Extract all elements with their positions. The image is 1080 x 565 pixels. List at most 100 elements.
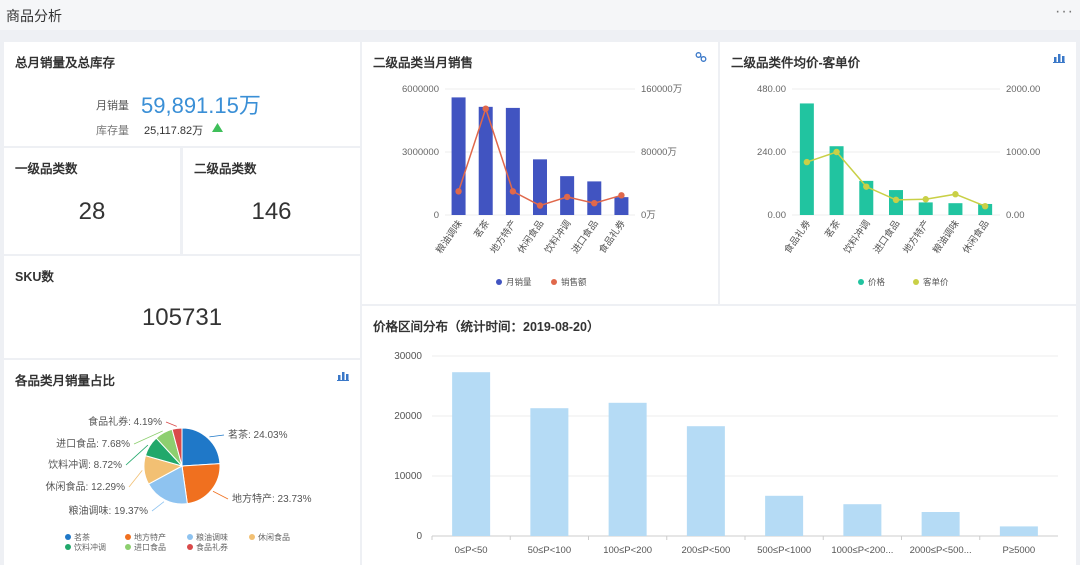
bar	[452, 372, 491, 536]
x-tick-label: 休闲食品	[960, 218, 992, 256]
legend-marker	[65, 534, 71, 540]
x-tick-label: 50≤P<100	[528, 545, 572, 556]
pie-slice	[181, 463, 221, 505]
kpi-value: 146	[251, 198, 292, 225]
legend-marker	[125, 544, 131, 550]
pie-chart: 茗茶: 24.03% 地方特产: 23.73% 粮油调味: 19.37% 休闲食品: …	[46, 415, 312, 552]
x-tick-label: 食品礼券	[782, 217, 814, 255]
kpi-value: 105731	[141, 304, 223, 331]
bar	[843, 504, 882, 536]
legend-label: 休闲食品	[258, 532, 290, 542]
line-point	[509, 188, 517, 195]
bar	[918, 202, 933, 215]
y-tick-right: 80000万	[641, 147, 677, 158]
y-tick-right: 0.00	[1006, 210, 1025, 221]
y-tick: 10000	[394, 471, 422, 482]
y-tick: 30000	[394, 351, 422, 362]
sales-combo-chart: 0 0万 3000000 80000万 6000000 160000万粮油调味 茗茶地方特产…	[402, 84, 682, 287]
x-tick-label: 粮油调味	[433, 217, 465, 255]
legend-marker	[496, 279, 502, 285]
line-point	[892, 196, 900, 204]
bar	[530, 408, 569, 536]
x-tick-label: 地方特产	[901, 218, 933, 256]
y-tick-right: 2000.00	[1006, 84, 1040, 95]
y-tick: 20000	[394, 411, 422, 422]
legend-marker	[858, 279, 864, 285]
x-tick-label: P≥5000	[1003, 545, 1036, 556]
kpi-value: 28	[78, 198, 106, 225]
avg-price-combo-chart: 0.00 0.00 240.00 1000.00 480.00 2000.00 食品礼券 茗茶…	[757, 84, 1040, 287]
kpi-title: 二级品类数	[194, 162, 257, 176]
line-point	[803, 158, 811, 166]
summary-title: 总月销量及总库存	[15, 56, 116, 70]
page-title: 商品分析	[6, 8, 62, 24]
legend-label: 饮料冲调	[74, 542, 106, 552]
line-point	[981, 202, 989, 210]
legend-label: 销售额	[561, 277, 587, 287]
legend-marker	[65, 544, 71, 550]
x-tick-label: 500≤P<1000	[757, 545, 811, 556]
bar	[686, 426, 725, 536]
pie-card: 各品类月销量占比 茗茶: 24.03% 地方特产: 23.73% 粮油调味: 19.…	[4, 360, 360, 565]
y-tick-left: 0	[434, 210, 439, 221]
x-tick-label: 食品礼券	[596, 217, 628, 255]
pie-label: 粮油调味: 19.37%	[69, 504, 149, 517]
legend-label: 价格	[868, 277, 886, 287]
line-point	[455, 188, 462, 195]
stock-value: 25,117.82万	[144, 125, 204, 137]
x-tick-label: 茗茶	[822, 217, 843, 240]
pie-slice	[181, 427, 221, 467]
bar	[587, 181, 602, 215]
bar	[614, 197, 629, 215]
bar	[948, 203, 963, 215]
bar	[451, 97, 466, 215]
legend-label: 客单价	[923, 277, 949, 287]
kpi-title: SKU数	[15, 270, 54, 284]
x-tick-label: 茗茶	[471, 217, 492, 240]
line-point	[536, 202, 544, 209]
sales-bar-card: 二级品类当月销售 0 0万 3000000 80000万 6000000 160000万粮…	[362, 42, 718, 304]
line-point	[922, 196, 929, 203]
kpi-card-level1: 一级品类数 28	[4, 148, 180, 254]
more-options-icon[interactable]: ···	[1055, 3, 1074, 21]
bar	[829, 146, 844, 215]
x-tick-label: 100≤P<200	[603, 545, 652, 556]
x-tick-label: 0≤P<50	[455, 545, 488, 556]
y-tick-right: 0万	[641, 210, 656, 221]
legend-marker	[913, 279, 919, 285]
x-tick-label: 200≤P<500	[681, 545, 730, 556]
x-tick-label: 休闲食品	[515, 218, 547, 256]
x-tick-label: 1000≤P<200...	[831, 545, 893, 556]
legend-label: 食品礼券	[196, 542, 228, 552]
pie-label-line	[151, 501, 165, 512]
bar	[608, 402, 647, 536]
summary-card: 总月销量及总库存 月销量 59,891.15万 库存量 25,117.82万	[4, 42, 360, 146]
pie-label: 进口食品: 7.68%	[56, 437, 130, 450]
pie-label: 休闲食品: 12.29%	[46, 480, 126, 493]
page-header: 商品分析 ···	[0, 0, 1080, 30]
trend-up-icon	[212, 123, 223, 132]
line-point	[591, 199, 598, 207]
x-tick-label: 饮料冲调	[841, 218, 873, 256]
y-tick-right: 160000万	[641, 84, 682, 95]
pie-label-line	[209, 434, 225, 438]
line-point	[563, 193, 571, 201]
y-tick-left: 240.00	[757, 147, 786, 158]
y-tick-left: 480.00	[757, 84, 786, 95]
legend-marker	[125, 534, 131, 540]
legend-label: 地方特产	[134, 532, 166, 542]
line-point	[863, 183, 870, 190]
x-tick-label: 地方特产	[488, 218, 520, 256]
legend-marker	[187, 534, 193, 540]
y-tick-right: 1000.00	[1006, 147, 1040, 158]
kpi-card-sku: SKU数 105731	[4, 256, 360, 358]
x-tick-label: 饮料冲调	[542, 218, 574, 256]
pie-label: 地方特产: 23.73%	[232, 492, 312, 505]
price-range-card: 价格区间分布（统计时间：2019-08-20） 30000 20000 10000 0…	[362, 306, 1076, 565]
pie-label-line	[165, 421, 177, 427]
avg-price-card: 二级品类件均价-客单价 0.00 0.00 240.00 1000.00 480.00 2…	[720, 42, 1076, 304]
pie-label: 食品礼券: 4.19%	[88, 415, 162, 428]
y-tick-left: 6000000	[402, 84, 439, 95]
x-tick-label: 2000≤P<500...	[910, 545, 972, 556]
x-tick-label: 粮油调味	[930, 217, 962, 255]
